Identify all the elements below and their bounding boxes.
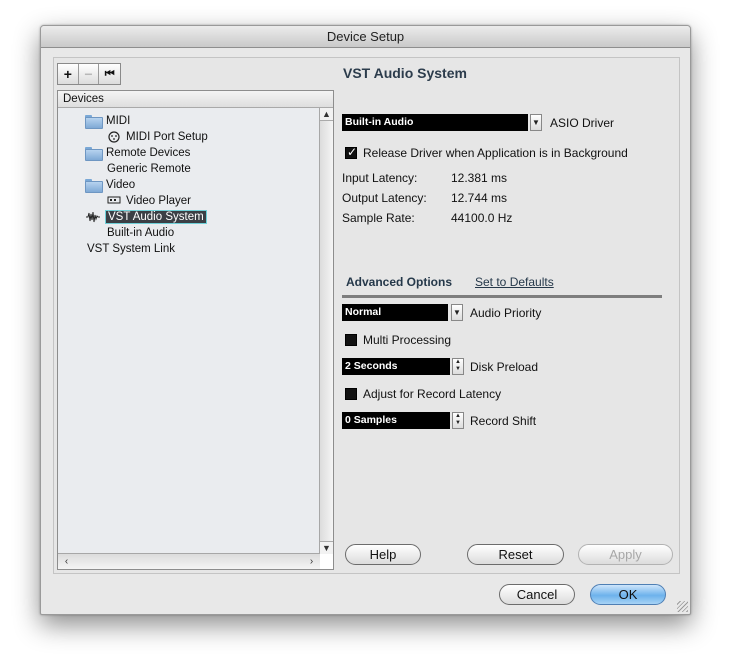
vst-audio-icon (85, 211, 101, 223)
tab-divider (342, 295, 662, 298)
help-button[interactable]: Help (345, 544, 421, 565)
disk-preload-label: Disk Preload (470, 360, 539, 374)
tree-item-label: VST System Link (87, 243, 175, 255)
multi-processing-checkbox[interactable] (345, 334, 357, 346)
input-latency-label: Input Latency: (342, 171, 418, 185)
ok-button[interactable]: OK (590, 584, 666, 605)
release-driver-checkbox[interactable] (345, 145, 357, 159)
tree-item-midi[interactable]: MIDI (85, 113, 130, 129)
release-driver-label: Release Driver when Application is in Ba… (363, 146, 628, 160)
tree-item-remote-devices[interactable]: Remote Devices (85, 145, 190, 161)
record-latency-label: Adjust for Record Latency (363, 387, 502, 401)
tree-item-label: Remote Devices (106, 147, 191, 159)
reset-device-button[interactable]: ⏮ (99, 64, 120, 84)
disk-preload-field[interactable]: 2 Seconds (342, 358, 450, 375)
record-shift-stepper[interactable]: ▲ ▼ (452, 412, 464, 429)
folder-icon (85, 115, 103, 129)
scroll-up-icon[interactable]: ▲ (320, 108, 333, 121)
tree-toolbar: + − ⏮ (57, 63, 121, 85)
audio-priority-label: Audio Priority (470, 306, 542, 320)
tree-horizontal-scrollbar[interactable]: ‹ › (58, 553, 320, 569)
set-to-defaults-link[interactable]: Set to Defaults (475, 275, 554, 289)
tab-advanced-options[interactable]: Advanced Options (346, 275, 452, 289)
multi-processing-label: Multi Processing (363, 333, 452, 347)
panel-title: VST Audio System (343, 65, 467, 81)
cancel-button[interactable]: Cancel (499, 584, 575, 605)
scroll-down-icon[interactable]: ▼ (320, 541, 333, 554)
tree-item-generic-remote[interactable]: Generic Remote (107, 161, 191, 177)
asio-driver-label: ASIO Driver (550, 116, 615, 130)
devices-list: MIDI MIDI Port Setup Remote Devices Gene… (58, 108, 320, 554)
folder-icon (85, 179, 103, 193)
add-device-button[interactable]: + (58, 64, 79, 84)
vst-audio-panel: VST Audio System Built-in Audio ▼ ASIO D… (342, 58, 677, 573)
apply-button[interactable]: Apply (578, 544, 673, 565)
setup-content: + − ⏮ Devices MIDI MIDI Port Setup Remot… (53, 57, 680, 574)
devices-tree: Devices MIDI MIDI Port Setup Remote Devi… (57, 90, 334, 570)
record-latency-checkbox[interactable] (345, 388, 357, 400)
tree-item-label: Generic Remote (107, 163, 191, 175)
tree-item-video[interactable]: Video (85, 177, 135, 193)
devices-header: Devices (58, 91, 333, 108)
tree-item-label: Video Player (126, 195, 191, 207)
midi-port-icon (107, 131, 121, 143)
tree-item-label: VST Audio System (105, 210, 207, 224)
sample-rate-label: Sample Rate: (342, 211, 415, 225)
chevron-down-icon[interactable]: ▼ (451, 304, 463, 321)
tree-item-label: Built-in Audio (107, 227, 175, 239)
scroll-right-icon[interactable]: › (305, 555, 318, 568)
tree-item-built-in-audio[interactable]: Built-in Audio (107, 225, 174, 241)
tree-item-video-player[interactable]: Video Player (107, 193, 191, 209)
reset-button[interactable]: Reset (467, 544, 564, 565)
record-shift-label: Record Shift (470, 414, 537, 428)
input-latency-value: 12.381 ms (451, 171, 508, 185)
tree-vertical-scrollbar[interactable]: ▲ ▼ (319, 108, 333, 554)
resize-grip-icon[interactable] (677, 601, 688, 612)
remove-device-button[interactable]: − (79, 64, 100, 84)
sample-rate-value: 44100.0 Hz (451, 211, 513, 225)
tree-item-label: Video (106, 179, 136, 191)
tree-item-label: MIDI (106, 115, 131, 127)
scroll-left-icon[interactable]: ‹ (60, 555, 73, 568)
disk-preload-stepper[interactable]: ▲ ▼ (452, 358, 464, 375)
chevron-down-icon[interactable]: ▼ (530, 114, 542, 131)
record-shift-field[interactable]: 0 Samples (342, 412, 450, 429)
video-player-icon (107, 195, 121, 207)
output-latency-value: 12.744 ms (451, 191, 508, 205)
tree-item-vst-system-link[interactable]: VST System Link (87, 241, 175, 257)
output-latency-label: Output Latency: (342, 191, 427, 205)
asio-driver-select[interactable]: Built-in Audio (342, 114, 528, 131)
window-title: Device Setup (41, 26, 690, 48)
device-setup-window: Device Setup + − ⏮ Devices MIDI MIDI Por… (40, 25, 691, 615)
folder-icon (85, 147, 103, 161)
tree-item-vst-audio-system[interactable]: VST Audio System (85, 209, 207, 225)
tree-item-midi-port-setup[interactable]: MIDI Port Setup (107, 129, 208, 145)
tree-item-label: MIDI Port Setup (126, 131, 208, 143)
audio-priority-select[interactable]: Normal (342, 304, 448, 321)
